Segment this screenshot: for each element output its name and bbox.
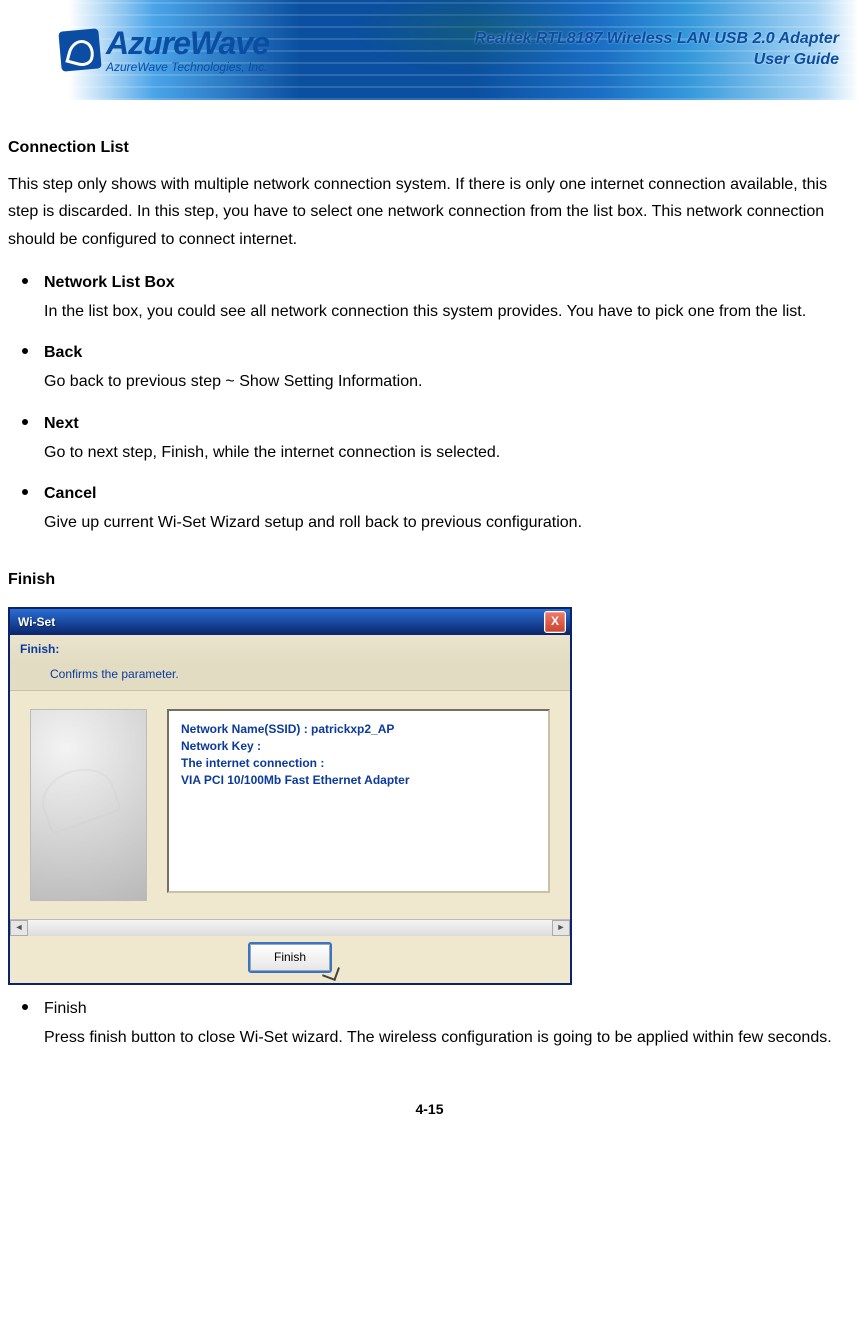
list-item: Next Go to next step, Finish, while the … xyxy=(8,410,851,466)
item-desc: In the list box, you could see all netwo… xyxy=(44,298,851,325)
logo-main-text: AzureWave xyxy=(106,27,269,59)
item-title: Back xyxy=(44,339,851,366)
scroll-right-icon[interactable]: ► xyxy=(552,920,570,936)
wiset-dialog: Wi-Set X Finish: Confirms the parameter.… xyxy=(8,607,572,984)
info-line: The internet connection : xyxy=(181,755,536,772)
logo-block: AzureWave AzureWave Technologies, Inc. xyxy=(0,27,269,73)
dialog-scrollbar[interactable]: ◄ ► xyxy=(10,919,570,936)
list-item: Cancel Give up current Wi-Set Wizard set… xyxy=(8,480,851,536)
connection-list-items: Network List Box In the list box, you co… xyxy=(8,269,851,537)
item-desc: Go back to previous step ~ Show Setting … xyxy=(44,368,851,395)
logo-sub-text: AzureWave Technologies, Inc. xyxy=(106,61,269,73)
close-icon[interactable]: X xyxy=(544,611,566,633)
section-heading-connection-list: Connection List xyxy=(8,134,851,161)
info-line: Network Key : xyxy=(181,738,536,755)
section-heading-finish: Finish xyxy=(8,566,851,593)
dialog-step-subtitle: Confirms the parameter. xyxy=(10,664,570,691)
wizard-info-box: Network Name(SSID) : patrickxp2_AP Netwo… xyxy=(167,709,550,893)
dialog-titlebar: Wi-Set X xyxy=(10,609,570,635)
document-title: Realtek RTL8187 Wireless LAN USB 2.0 Ada… xyxy=(475,29,839,71)
dialog-step-title: Finish: xyxy=(10,635,570,663)
scroll-left-icon[interactable]: ◄ xyxy=(10,920,28,936)
azurewave-logo-icon xyxy=(58,28,101,71)
item-title: Cancel xyxy=(44,480,851,507)
finish-button[interactable]: Finish xyxy=(248,942,332,972)
item-title: Next xyxy=(44,410,851,437)
finish-items: Finish Press finish button to close Wi-S… xyxy=(8,995,851,1051)
wizard-side-image xyxy=(30,709,147,901)
item-title: Finish xyxy=(44,995,851,1022)
info-line: Network Name(SSID) : patrickxp2_AP xyxy=(181,721,536,738)
title-line-1: Realtek RTL8187 Wireless LAN USB 2.0 Ada… xyxy=(475,30,839,47)
connection-list-intro: This step only shows with multiple netwo… xyxy=(8,171,851,253)
header-banner: AzureWave AzureWave Technologies, Inc. R… xyxy=(0,0,859,100)
info-line: VIA PCI 10/100Mb Fast Ethernet Adapter xyxy=(181,772,536,789)
list-item: Back Go back to previous step ~ Show Set… xyxy=(8,339,851,395)
item-title: Network List Box xyxy=(44,269,851,296)
dialog-title-text: Wi-Set xyxy=(18,612,55,632)
item-desc: Give up current Wi-Set Wizard setup and … xyxy=(44,509,851,536)
item-desc: Press finish button to close Wi-Set wiza… xyxy=(44,1024,851,1051)
list-item: Finish Press finish button to close Wi-S… xyxy=(8,995,851,1051)
title-line-2: User Guide xyxy=(754,51,839,68)
list-item: Network List Box In the list box, you co… xyxy=(8,269,851,325)
item-desc: Go to next step, Finish, while the inter… xyxy=(44,439,851,466)
page-number: 4-15 xyxy=(0,1101,859,1117)
